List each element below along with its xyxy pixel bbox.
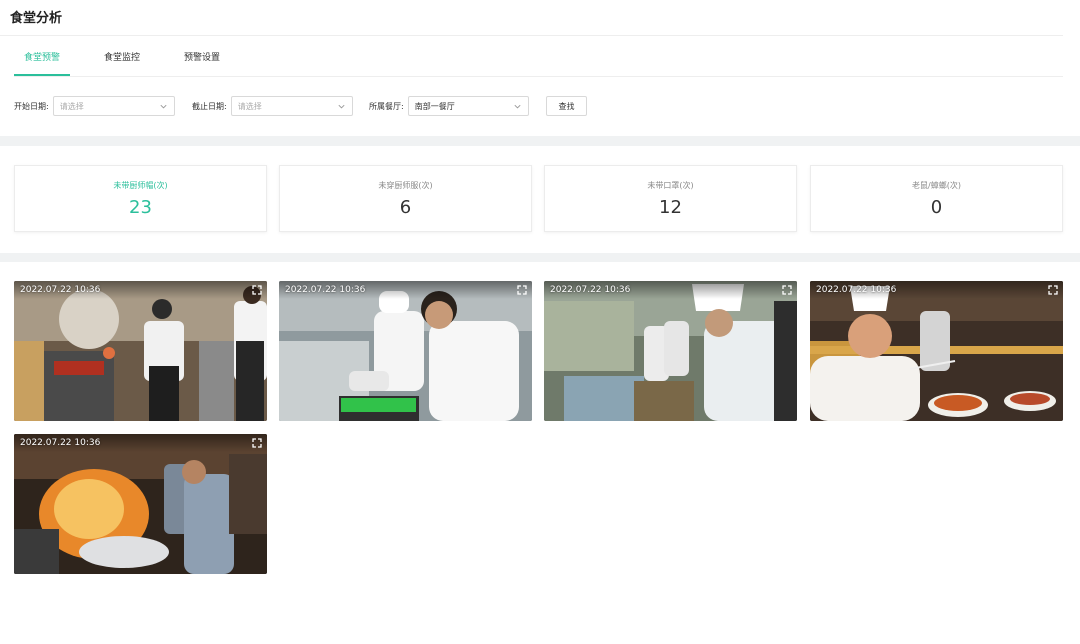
start-date-label: 开始日期: bbox=[14, 101, 49, 111]
search-button[interactable]: 查找 bbox=[546, 96, 587, 116]
stat-label: 未带厨师帽(次) bbox=[113, 181, 168, 190]
restaurant-label: 所属餐厅: bbox=[369, 101, 404, 111]
restaurant-select[interactable]: 南部一餐厅 bbox=[407, 96, 529, 116]
capture-timestamp: 2022.07.22 10:36 bbox=[20, 285, 101, 295]
start-date-select[interactable]: 请选择 bbox=[52, 96, 175, 116]
capture-card[interactable]: 2022.07.22 10:36 bbox=[279, 281, 532, 421]
end-date-placeholder: 请选择 bbox=[237, 102, 262, 111]
start-date-placeholder: 请选择 bbox=[59, 102, 84, 111]
page-title: 食堂分析 bbox=[10, 11, 63, 26]
capture-card[interactable]: 2022.07.22 10:36 bbox=[14, 281, 267, 421]
capture-card[interactable]: 2022.07.22 10:36 bbox=[810, 281, 1063, 421]
fullscreen-icon[interactable] bbox=[517, 285, 527, 295]
stat-card-no-chef-uniform[interactable]: 未穿厨师服(次) 6 bbox=[279, 165, 532, 232]
section-divider bbox=[0, 253, 1080, 262]
end-date-filter: 截止日期: 请选择 bbox=[192, 96, 353, 116]
stat-value: 0 bbox=[930, 197, 943, 218]
tab-canteen-alerts[interactable]: 食堂预警 bbox=[14, 48, 71, 76]
tabs-divider bbox=[14, 76, 1063, 77]
chevron-down-icon bbox=[514, 104, 521, 109]
stat-label: 老鼠/蟑螂(次) bbox=[912, 181, 961, 190]
tab-alert-settings[interactable]: 预警设置 bbox=[174, 48, 230, 76]
stat-card-no-chef-hat[interactable]: 未带厨师帽(次) 23 bbox=[14, 165, 267, 232]
stat-card-no-mask[interactable]: 未带口罩(次) 12 bbox=[544, 165, 797, 232]
capture-timestamp: 2022.07.22 10:36 bbox=[285, 285, 366, 295]
kitchen-capture-image bbox=[279, 281, 532, 421]
kitchen-capture-image bbox=[544, 281, 797, 421]
end-date-label: 截止日期: bbox=[192, 101, 227, 111]
start-date-filter: 开始日期: 请选择 bbox=[14, 96, 175, 116]
kitchen-capture-image bbox=[14, 434, 267, 574]
restaurant-filter: 所属餐厅: 南部一餐厅 bbox=[369, 96, 529, 116]
capture-card[interactable]: 2022.07.22 10:36 bbox=[544, 281, 797, 421]
fullscreen-icon[interactable] bbox=[1048, 285, 1058, 295]
stat-value: 12 bbox=[659, 197, 682, 218]
kitchen-capture-image bbox=[14, 281, 267, 421]
kitchen-capture-image bbox=[810, 281, 1063, 421]
capture-timestamp: 2022.07.22 10:36 bbox=[816, 285, 897, 295]
fullscreen-icon[interactable] bbox=[252, 285, 262, 295]
stat-card-rodent-cockroach[interactable]: 老鼠/蟑螂(次) 0 bbox=[810, 165, 1063, 232]
chevron-down-icon bbox=[338, 104, 345, 109]
section-divider bbox=[0, 136, 1080, 146]
stat-value: 23 bbox=[129, 197, 152, 218]
tab-bar: 食堂预警 食堂监控 预警设置 bbox=[14, 48, 254, 76]
capture-timestamp: 2022.07.22 10:36 bbox=[20, 438, 101, 448]
stat-value: 6 bbox=[399, 197, 412, 218]
chevron-down-icon bbox=[160, 104, 167, 109]
capture-timestamp: 2022.07.22 10:36 bbox=[550, 285, 631, 295]
stat-label: 未带口罩(次) bbox=[647, 181, 694, 190]
capture-card[interactable]: 2022.07.22 10:36 bbox=[14, 434, 267, 574]
end-date-select[interactable]: 请选择 bbox=[230, 96, 353, 116]
fullscreen-icon[interactable] bbox=[782, 285, 792, 295]
title-divider bbox=[0, 35, 1063, 36]
restaurant-value: 南部一餐厅 bbox=[414, 102, 455, 111]
stat-label: 未穿厨师服(次) bbox=[378, 181, 433, 190]
fullscreen-icon[interactable] bbox=[252, 438, 262, 448]
tab-canteen-monitoring[interactable]: 食堂监控 bbox=[94, 48, 150, 76]
